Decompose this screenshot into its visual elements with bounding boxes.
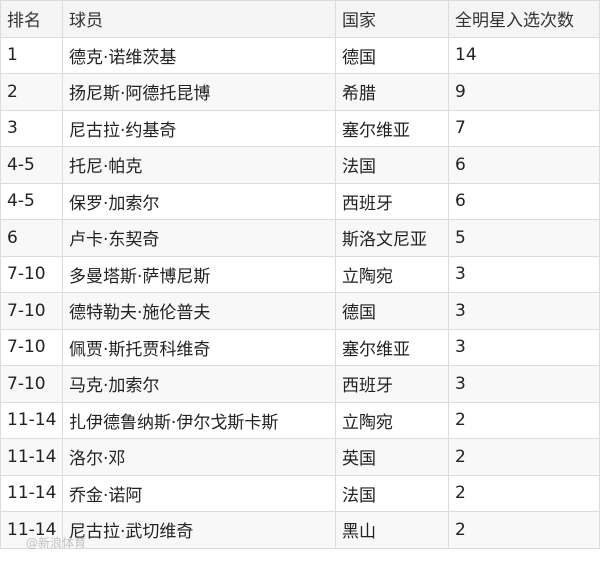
table-row: 11-14 尼古拉·武切维奇 黑山 2 (0, 511, 600, 549)
player-cell: 保罗·加索尔 (62, 182, 336, 220)
player-cell: 托尼·帕克 (62, 146, 336, 184)
table-row: 7-10 马克·加索尔 西班牙 3 (0, 365, 600, 403)
country-cell: 斯洛文尼亚 (335, 219, 449, 257)
selections-cell: 6 (448, 182, 600, 220)
player-cell: 尼古拉·约基奇 (62, 109, 336, 147)
table-row: 7-10 多曼塔斯·萨博尼斯 立陶宛 3 (0, 255, 600, 293)
player-cell: 尼古拉·武切维奇 (62, 511, 336, 549)
rank-cell: 7-10 (0, 292, 63, 330)
player-cell: 扎伊德鲁纳斯·伊尔戈斯卡斯 (62, 401, 336, 439)
header-country: 国家 (335, 0, 449, 38)
selections-cell: 14 (448, 36, 600, 74)
rank-cell: 11-14 (0, 401, 63, 439)
selections-cell: 2 (448, 438, 600, 476)
rank-cell: 2 (0, 73, 63, 111)
country-cell: 德国 (335, 36, 449, 74)
rank-cell: 11-14 (0, 438, 63, 476)
selections-cell: 3 (448, 328, 600, 366)
selections-cell: 2 (448, 474, 600, 512)
country-cell: 德国 (335, 292, 449, 330)
player-cell: 洛尔·邓 (62, 438, 336, 476)
player-cell: 乔金·诺阿 (62, 474, 336, 512)
selections-cell: 3 (448, 255, 600, 293)
player-cell: 多曼塔斯·萨博尼斯 (62, 255, 336, 293)
player-cell: 扬尼斯·阿德托昆博 (62, 73, 336, 111)
table-row: 2 扬尼斯·阿德托昆博 希腊 9 (0, 73, 600, 111)
header-row: 排名 球员 国家 全明星入选次数 (0, 0, 600, 38)
country-cell: 法国 (335, 146, 449, 184)
rank-cell: 11-14 (0, 511, 63, 549)
country-cell: 黑山 (335, 511, 449, 549)
country-cell: 英国 (335, 438, 449, 476)
selections-cell: 6 (448, 146, 600, 184)
selections-cell: 2 (448, 511, 600, 549)
selections-cell: 3 (448, 365, 600, 403)
country-cell: 希腊 (335, 73, 449, 111)
table-row: 7-10 德特勒夫·施伦普夫 德国 3 (0, 292, 600, 330)
table-row: 4-5 保罗·加索尔 西班牙 6 (0, 182, 600, 220)
rank-cell: 7-10 (0, 365, 63, 403)
header-selections: 全明星入选次数 (448, 0, 600, 38)
country-cell: 立陶宛 (335, 401, 449, 439)
header-rank: 排名 (0, 0, 63, 38)
header-player: 球员 (62, 0, 336, 38)
table-row: 1 德克·诺维茨基 德国 14 (0, 36, 600, 74)
table-row: 4-5 托尼·帕克 法国 6 (0, 146, 600, 184)
table-row: 6 卢卡·东契奇 斯洛文尼亚 5 (0, 219, 600, 257)
country-cell: 西班牙 (335, 365, 449, 403)
rank-cell: 6 (0, 219, 63, 257)
player-cell: 马克·加索尔 (62, 365, 336, 403)
selections-cell: 5 (448, 219, 600, 257)
selections-cell: 3 (448, 292, 600, 330)
country-cell: 立陶宛 (335, 255, 449, 293)
player-cell: 德克·诺维茨基 (62, 36, 336, 74)
table-row: 11-14 扎伊德鲁纳斯·伊尔戈斯卡斯 立陶宛 2 (0, 401, 600, 439)
country-cell: 西班牙 (335, 182, 449, 220)
rank-cell: 11-14 (0, 474, 63, 512)
selections-cell: 2 (448, 401, 600, 439)
player-cell: 卢卡·东契奇 (62, 219, 336, 257)
selections-cell: 7 (448, 109, 600, 147)
all-star-table: 排名 球员 国家 全明星入选次数 1 德克·诺维茨基 德国 14 2 扬尼斯·阿… (0, 0, 600, 549)
rank-cell: 3 (0, 109, 63, 147)
table-row: 11-14 乔金·诺阿 法国 2 (0, 474, 600, 512)
country-cell: 塞尔维亚 (335, 109, 449, 147)
country-cell: 法国 (335, 474, 449, 512)
player-cell: 德特勒夫·施伦普夫 (62, 292, 336, 330)
player-cell: 佩贾·斯托贾科维奇 (62, 328, 336, 366)
rank-cell: 7-10 (0, 328, 63, 366)
rank-cell: 7-10 (0, 255, 63, 293)
table-row: 3 尼古拉·约基奇 塞尔维亚 7 (0, 109, 600, 147)
country-cell: 塞尔维亚 (335, 328, 449, 366)
table-row: 11-14 洛尔·邓 英国 2 (0, 438, 600, 476)
rank-cell: 4-5 (0, 182, 63, 220)
rank-cell: 4-5 (0, 146, 63, 184)
table-row: 7-10 佩贾·斯托贾科维奇 塞尔维亚 3 (0, 328, 600, 366)
selections-cell: 9 (448, 73, 600, 111)
rank-cell: 1 (0, 36, 63, 74)
